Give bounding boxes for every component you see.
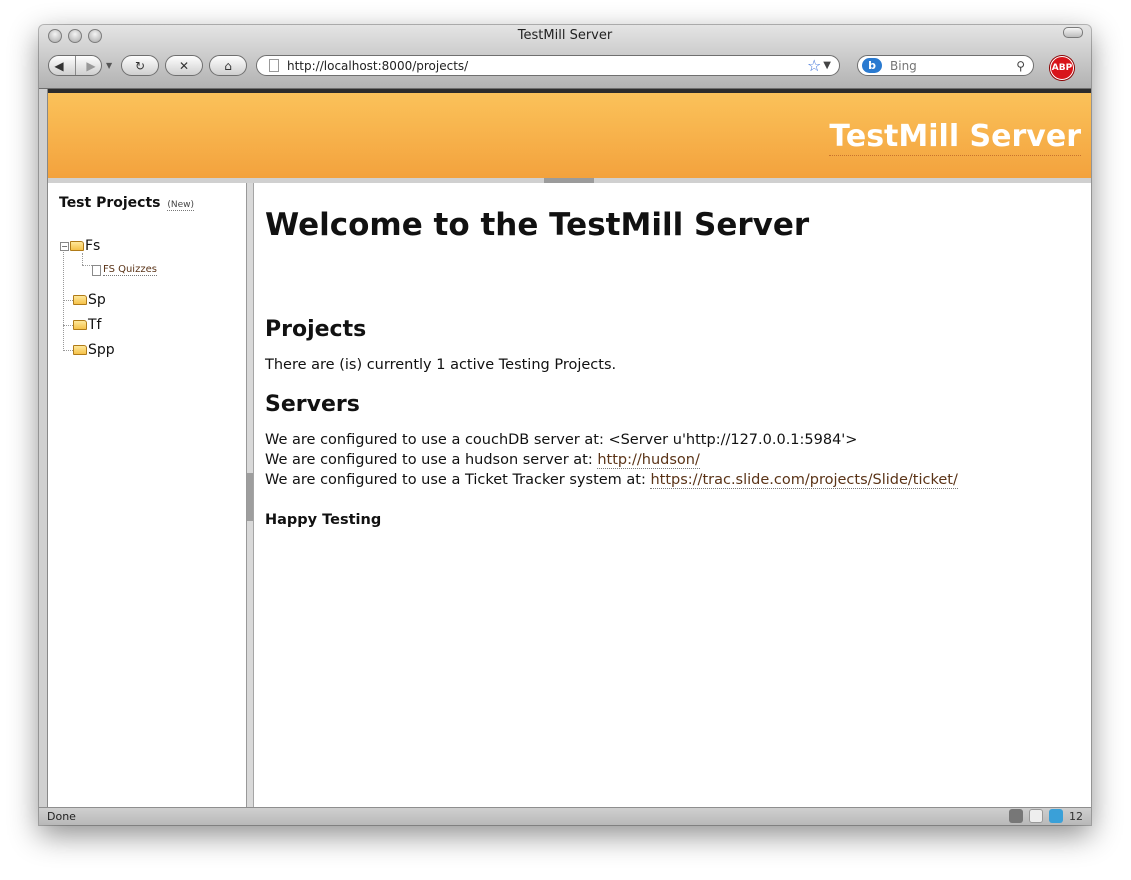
search-bar[interactable]: b ⚲: [857, 55, 1034, 76]
search-icon[interactable]: ⚲: [1016, 59, 1025, 73]
document-icon: [92, 264, 101, 276]
folder-icon: [73, 345, 87, 355]
bing-icon[interactable]: b: [862, 58, 882, 73]
folder-icon: [73, 320, 87, 330]
folder-icon: [70, 241, 84, 251]
status-icons: 12: [1009, 809, 1083, 823]
tree-node-link[interactable]: FS Quizzes: [103, 264, 157, 276]
tree-node-tf[interactable]: Tf: [73, 317, 101, 333]
url-bar[interactable]: ☆ ▼: [256, 55, 840, 76]
adblock-icon[interactable]: ABP: [1050, 56, 1074, 80]
banner-resize-handle[interactable]: [544, 178, 594, 183]
ticket-label: We are configured to use a Ticket Tracke…: [265, 472, 646, 488]
search-input[interactable]: [890, 58, 1017, 73]
sidebar: Test Projects (New) − Fs FS Quizzes Sp T…: [48, 183, 247, 807]
window-left-edge: [39, 89, 47, 807]
tree-node-sp[interactable]: Sp: [73, 292, 106, 308]
tree-node-fs[interactable]: − Fs: [60, 238, 100, 254]
back-forward-buttons: ◀ ▶: [48, 55, 102, 76]
status-bar: Done 12: [39, 807, 1091, 825]
reload-button[interactable]: ↻: [121, 55, 159, 76]
closing-text: Happy Testing: [265, 512, 382, 528]
page-heading: Welcome to the TestMill Server: [265, 207, 810, 243]
twitter-icon[interactable]: [1029, 809, 1043, 823]
stop-icon: ✕: [178, 58, 190, 73]
window-title: TestMill Server: [517, 28, 613, 43]
hudson-link[interactable]: http://hudson/: [597, 452, 700, 469]
home-icon: ⌂: [224, 58, 232, 73]
ticket-line: We are configured to use a Ticket Tracke…: [265, 472, 958, 489]
collapse-icon[interactable]: −: [60, 241, 69, 251]
back-icon[interactable]: ◀: [54, 59, 63, 73]
browser-window: TestMill Server ◀ ▶ ▼ ↻ ✕ ⌂ ☆ ▼ b ⚲ ABP …: [39, 25, 1091, 825]
splitter-handle[interactable]: [247, 473, 253, 521]
tree-node-fs-quizzes[interactable]: FS Quizzes: [92, 264, 157, 276]
sidebar-title-text: Test Projects: [59, 195, 161, 211]
site-title[interactable]: TestMill Server: [829, 119, 1081, 156]
tree-node-label[interactable]: Sp: [88, 292, 106, 308]
status-text: Done: [47, 810, 76, 823]
tree-node-spp[interactable]: Spp: [73, 342, 115, 358]
ticket-tracker-link[interactable]: https://trac.slide.com/projects/Slide/ti…: [650, 472, 958, 489]
projects-text: There are (is) currently 1 active Testin…: [265, 357, 617, 373]
tree-node-label[interactable]: Spp: [88, 342, 115, 358]
yslow-icon[interactable]: [1049, 809, 1063, 823]
reload-icon: ↻: [134, 58, 146, 73]
page-icon: [269, 59, 279, 72]
header-banner: TestMill Server: [48, 93, 1091, 178]
page-viewport: TestMill Server Test Projects (New) − Fs: [47, 89, 1091, 807]
forward-icon[interactable]: ▶: [86, 59, 95, 73]
new-project-link[interactable]: (New): [167, 200, 195, 211]
folder-icon: [73, 295, 87, 305]
tree-node-label[interactable]: Tf: [88, 317, 101, 333]
browser-toolbar: TestMill Server ◀ ▶ ▼ ↻ ✕ ⌂ ☆ ▼ b ⚲ ABP: [39, 25, 1091, 89]
sidebar-title: Test Projects (New): [59, 195, 195, 211]
yslow-count: 12: [1069, 809, 1083, 823]
home-button[interactable]: ⌂: [209, 55, 247, 76]
history-dropdown-icon[interactable]: ▼: [106, 61, 112, 70]
url-dropdown-icon[interactable]: ▼: [823, 60, 831, 71]
bookmark-star-icon[interactable]: ☆: [807, 56, 821, 75]
servers-heading: Servers: [265, 392, 360, 417]
hudson-line: We are configured to use a hudson server…: [265, 452, 700, 469]
stop-button[interactable]: ✕: [165, 55, 203, 76]
couchdb-line: We are configured to use a couchDB serve…: [265, 432, 858, 448]
url-input[interactable]: [287, 58, 807, 73]
firebug-icon[interactable]: [1009, 809, 1023, 823]
toolbar-toggle-button[interactable]: [1063, 27, 1083, 38]
projects-heading: Projects: [265, 317, 367, 342]
hudson-label: We are configured to use a hudson server…: [265, 452, 593, 468]
tree-node-label[interactable]: Fs: [85, 238, 100, 254]
